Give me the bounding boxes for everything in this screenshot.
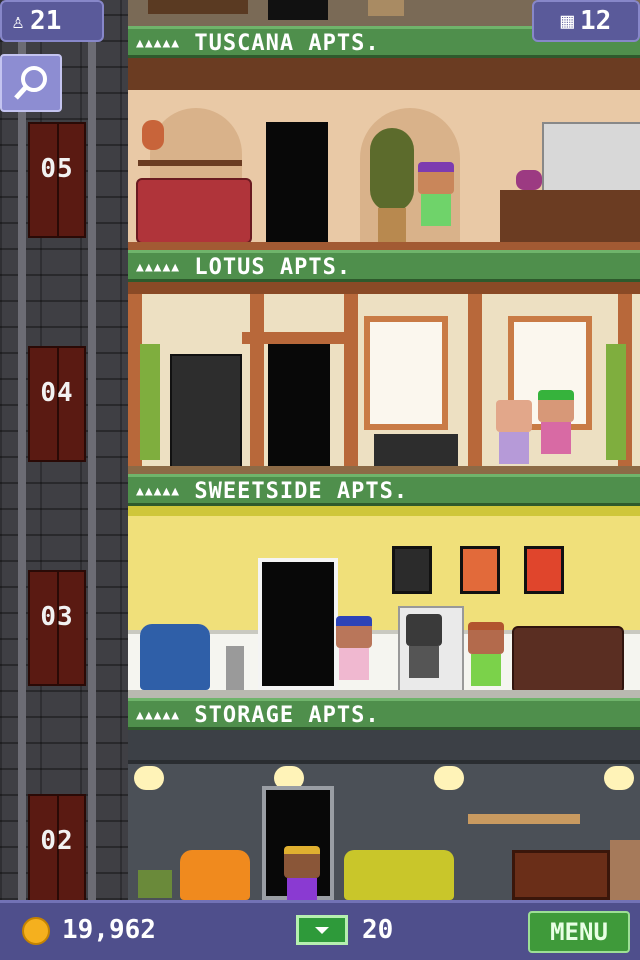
brown-sofa xyxy=(512,626,624,694)
bitizen-redhead[interactable] xyxy=(468,622,504,686)
floor-number: 02 xyxy=(40,826,74,856)
bux-cash-icon[interactable] xyxy=(296,915,348,945)
radio xyxy=(138,870,172,898)
bitizen-green-cap[interactable] xyxy=(538,390,574,454)
wall-picture-2 xyxy=(460,546,500,594)
old-tv xyxy=(512,850,610,900)
room-sweetside[interactable] xyxy=(128,506,640,698)
wall-picture-3 xyxy=(524,546,564,594)
elevator-door-floor-02[interactable]: 02 xyxy=(26,782,88,904)
elevator-shaft: 05 04 03 02 xyxy=(0,0,128,904)
floor-number: 03 xyxy=(40,602,74,632)
low-table xyxy=(374,434,458,466)
side-table-lamp xyxy=(226,646,244,690)
yellow-sofa xyxy=(344,850,454,900)
floor-name: SWEETSIDE APTS. xyxy=(194,479,409,504)
bitizen-bald[interactable] xyxy=(496,400,532,464)
storage-shelf xyxy=(468,814,580,824)
bux-count: 20 xyxy=(362,915,394,945)
magnifier-icon xyxy=(14,66,47,100)
kettle xyxy=(516,170,542,190)
menu-button[interactable]: MENU xyxy=(528,911,630,953)
bottom-bar: 19,962 20 MENU xyxy=(0,900,640,960)
apartment-doorway[interactable] xyxy=(268,344,330,466)
floor-name: LOTUS APTS. xyxy=(194,255,352,280)
floor-roof-sweetside[interactable]: ▲▲▲▲▲ SWEETSIDE APTS. xyxy=(128,474,640,506)
apartment-doorway[interactable] xyxy=(258,558,338,690)
ceiling-lamp-3 xyxy=(434,766,464,790)
bitizen-blue-hat[interactable] xyxy=(336,616,372,680)
floor-count: 12 xyxy=(579,6,612,36)
bamboo-plant xyxy=(140,344,160,460)
population-count: 21 xyxy=(30,6,62,36)
bitizen-blonde[interactable] xyxy=(284,846,320,900)
population-badge[interactable]: ♙ 21 xyxy=(0,0,104,42)
floor-number: 05 xyxy=(40,154,74,184)
bitizen-cat-costume[interactable] xyxy=(406,614,442,678)
shoji-window xyxy=(364,316,448,430)
shaft-rail-left xyxy=(18,0,26,900)
steel-cabinets xyxy=(542,122,640,196)
elevator-door-floor-04[interactable]: 04 xyxy=(26,334,88,558)
floor-name: STORAGE APTS. xyxy=(194,703,380,728)
floor-roof-storage[interactable]: ▲▲▲▲▲ STORAGE APTS. xyxy=(128,698,640,730)
ceiling-beam xyxy=(128,282,640,294)
floor-roof-lotus[interactable]: ▲▲▲▲▲ LOTUS APTS. xyxy=(128,250,640,282)
people-icon: ♙ xyxy=(12,9,25,33)
search-button[interactable] xyxy=(0,54,62,112)
shaft-rail-right xyxy=(88,0,96,900)
vase xyxy=(142,120,164,150)
plant-pot xyxy=(378,208,406,242)
tower: ▲▲▲▲▲ TUSCANA APTS. ▲▲▲▲▲ LOTUS APTS. ▲▲… xyxy=(128,0,640,900)
floor-stars: ▲▲▲▲▲ xyxy=(136,36,181,51)
room-lotus[interactable] xyxy=(128,282,640,474)
apartment-doorway[interactable] xyxy=(266,122,328,244)
bookshelf xyxy=(170,354,242,470)
floors-badge[interactable]: ▦ 12 xyxy=(532,0,640,42)
ceiling-beams xyxy=(128,58,640,90)
kitchen-counter xyxy=(500,190,640,242)
building-icon: ▦ xyxy=(560,8,574,34)
coin-count: 19,962 xyxy=(62,915,156,945)
room-tuscana[interactable] xyxy=(128,58,640,250)
coin-icon xyxy=(22,917,50,945)
floor-stars: ▲▲▲▲▲ xyxy=(136,260,181,275)
cardboard-boxes xyxy=(610,840,640,900)
bitizen-purple-hat[interactable] xyxy=(418,162,454,226)
pipe-ceiling xyxy=(128,730,640,764)
wall-shelf xyxy=(138,160,242,166)
ceiling-lamp-4 xyxy=(604,766,634,790)
torii-lintel xyxy=(242,332,354,344)
wall-picture xyxy=(392,546,432,594)
floor-stars: ▲▲▲▲▲ xyxy=(136,484,181,499)
floor-number: 04 xyxy=(40,378,74,408)
orange-armchair xyxy=(180,850,250,900)
elevator-door-floor-05[interactable]: 05 xyxy=(26,110,88,334)
floor-stars: ▲▲▲▲▲ xyxy=(136,708,181,723)
bamboo-plant-2 xyxy=(606,344,626,460)
elevator-door-floor-03[interactable]: 03 xyxy=(26,558,88,782)
ceiling-lamp xyxy=(134,766,164,790)
red-sofa xyxy=(136,178,252,244)
potted-tree xyxy=(370,128,414,212)
blue-armchair xyxy=(140,624,210,690)
room-storage[interactable] xyxy=(128,730,640,900)
floor-name: TUSCANA APTS. xyxy=(194,31,380,56)
